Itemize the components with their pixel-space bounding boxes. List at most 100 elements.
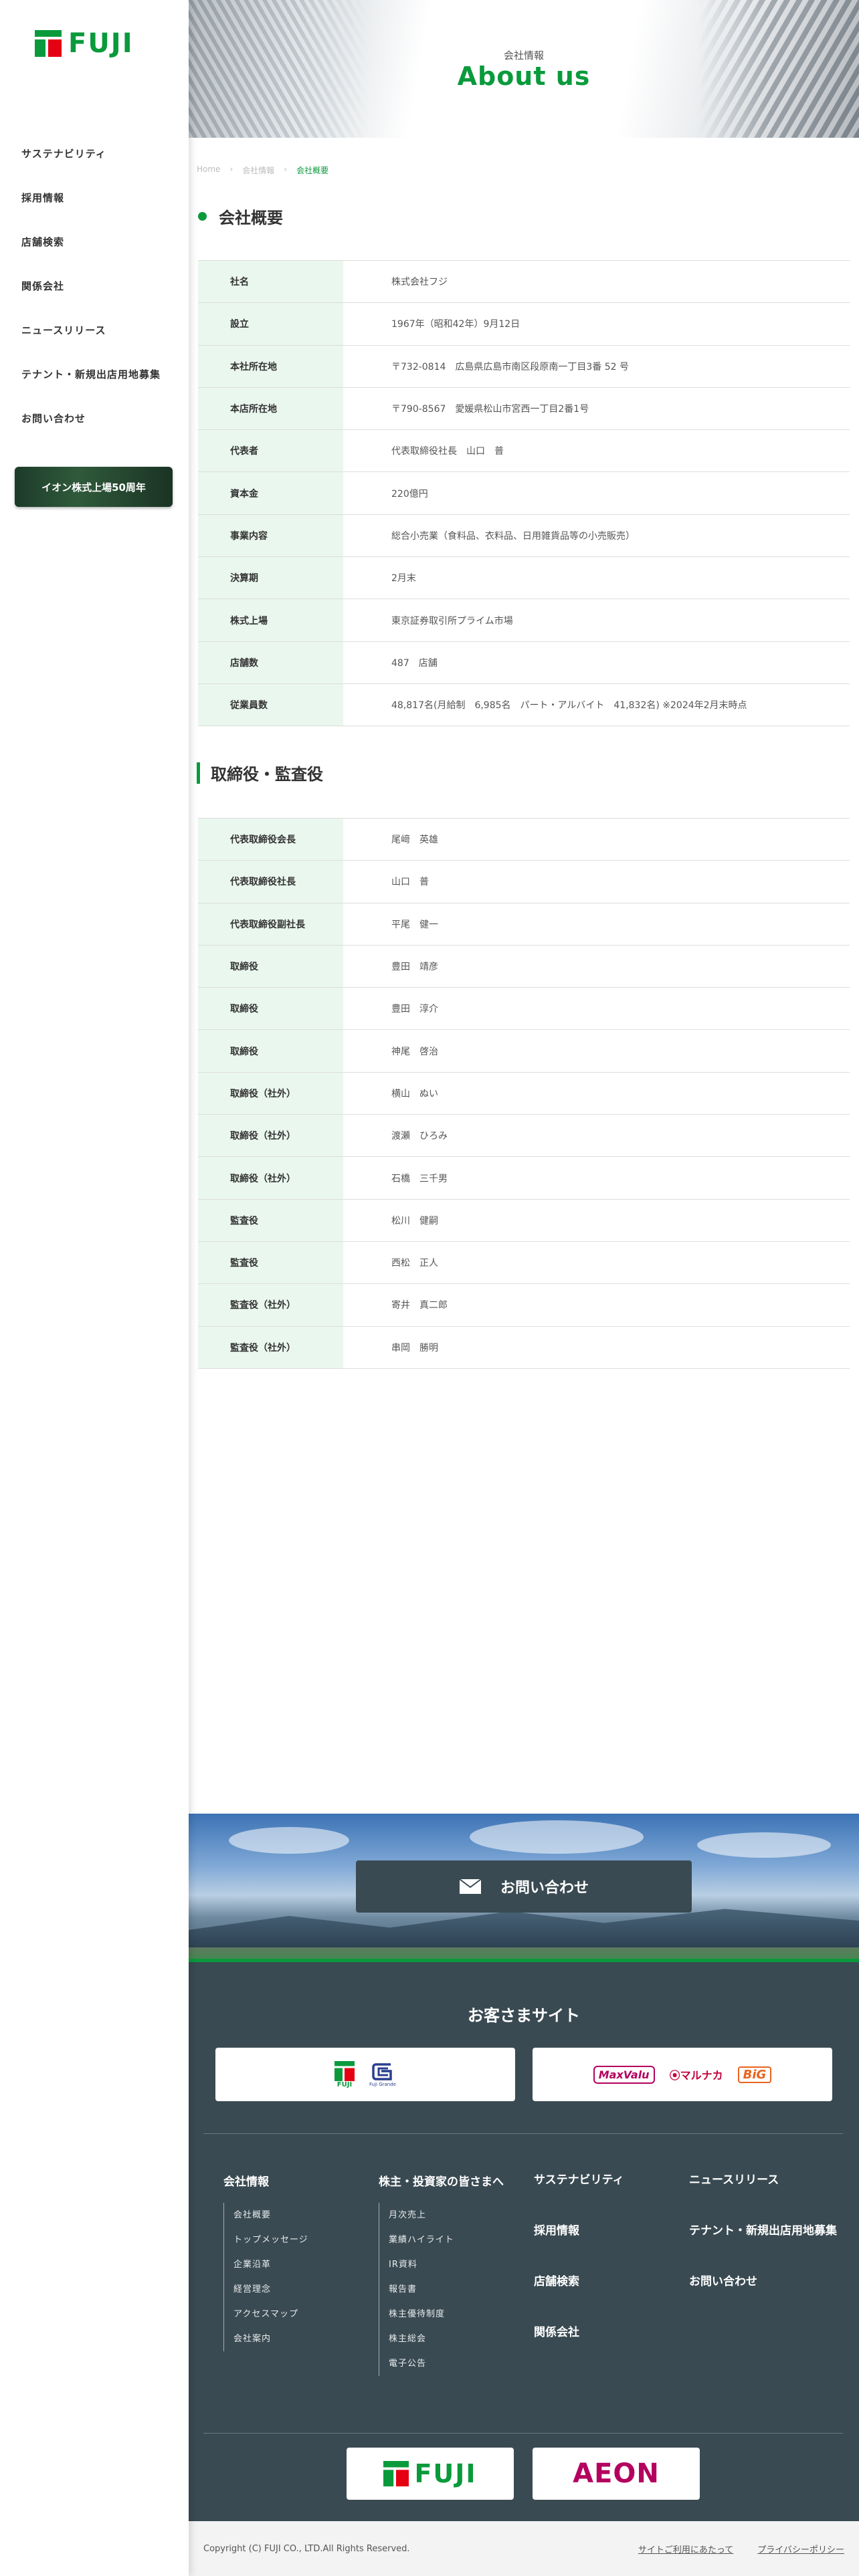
hero-subtitle: 会社情報 <box>503 49 544 62</box>
fuji-logo-mark-icon <box>35 30 62 57</box>
table-row: 取締役（社外） 渡瀬 ひろみ <box>198 1115 850 1158</box>
contact-button-label: お問い合わせ <box>500 1880 589 1897</box>
row-label: 監査役 <box>198 1199 343 1241</box>
row-label: 監査役（社外） <box>198 1284 343 1326</box>
row-value: 1967年（昭和42年）9月12日 <box>391 319 520 330</box>
row-value: 代表取締役社長 山口 普 <box>391 446 504 457</box>
breadcrumb-company-info[interactable]: 会社情報 <box>242 165 274 176</box>
row-value: 総合小売業（食料品、衣料品、日用雑貨品等の小売販売） <box>391 530 635 542</box>
row-label: 店舗数 <box>198 641 343 683</box>
row-label: 決算期 <box>198 557 343 599</box>
footer-link[interactable]: 業績ハイライト <box>389 2228 522 2252</box>
row-label: 社名 <box>198 261 343 303</box>
sidebar-item-sustainability[interactable]: サステナビリティ <box>21 140 161 185</box>
footer-link[interactable]: 報告書 <box>389 2277 522 2302</box>
table-row: 取締役 神尾 啓治 <box>198 1030 850 1073</box>
terms-of-use-link[interactable]: サイトご利用にあたって <box>638 2543 733 2555</box>
footer-main-link[interactable]: サステナビリティ <box>534 2171 624 2189</box>
customer-site-fuji-grande[interactable]: FUJI Fuji Grande <box>215 2048 515 2101</box>
row-label: 監査役 <box>198 1241 343 1284</box>
row-value: 西松 正人 <box>391 1258 438 1269</box>
footer-main-link[interactable]: 店舗検索 <box>534 2272 624 2291</box>
row-label: 取締役（社外） <box>198 1115 343 1157</box>
sidebar-item-store-search[interactable]: 店舗検索 <box>21 229 161 273</box>
sidebar-item-tenant[interactable]: テナント・新規出店用地募集 <box>21 361 161 405</box>
footer-col-company-list: 会社概要 トップメッセージ 企業沿革 経営理念 アクセスマップ 会社案内 <box>223 2203 308 2351</box>
table-row: 設立 1967年（昭和42年）9月12日 <box>198 303 850 346</box>
customer-site-maxvalu-group[interactable]: MaxValu ⦿マルナカ BiG <box>533 2048 832 2101</box>
fuji-grande-mark-icon <box>372 2063 392 2080</box>
row-value: 串岡 勝明 <box>391 1342 438 1354</box>
sidebar-nav: サステナビリティ 採用情報 店舗検索 関係会社 ニュースリリース テナント・新規… <box>21 140 161 449</box>
row-label: 取締役 <box>198 945 343 988</box>
table-row: 代表取締役副社長 平尾 健一 <box>198 903 850 946</box>
section-title-officers: 取締役・監査役 <box>197 761 323 784</box>
footer-link[interactable]: 株主優待制度 <box>389 2302 522 2327</box>
table-row: 監査役（社外） 串岡 勝明 <box>198 1326 850 1369</box>
breadcrumb-home[interactable]: Home <box>197 165 220 176</box>
footer-col-links-a: サステナビリティ 採用情報店舗検索関係会社 <box>534 2171 624 2374</box>
footer-col-company-title[interactable]: 会社情報 <box>223 2171 308 2193</box>
page-title: About us <box>457 62 591 91</box>
table-row: 監査役 松川 健嗣 <box>198 1199 850 1242</box>
row-label: 株式上場 <box>198 599 343 641</box>
contact-band: お問い合わせ <box>189 1814 859 1962</box>
footer-link[interactable]: 月次売上 <box>389 2203 522 2228</box>
row-value: 山口 普 <box>391 877 429 888</box>
row-value: 48,817名(月給制 6,985名 パート・アルバイト 41,832名) ※2… <box>391 700 747 712</box>
section-title-company: 会社概要 <box>198 205 283 228</box>
maxvalu-logo: MaxValu <box>593 2065 655 2084</box>
row-value: 〒790-8567 愛媛県松山市宮西一丁目2番1号 <box>391 404 589 415</box>
fuji-small-logo: FUJI <box>335 2060 355 2088</box>
sidebar-item-contact[interactable]: お問い合わせ <box>21 405 161 449</box>
footer-link[interactable]: 電子公告 <box>389 2351 522 2376</box>
row-label: 取締役（社外） <box>198 1072 343 1115</box>
row-label: 監査役（社外） <box>198 1326 343 1368</box>
table-row: 監査役（社外） 寄井 真二郎 <box>198 1284 850 1327</box>
row-value: 2月末 <box>391 573 416 584</box>
footer-link[interactable]: 会社案内 <box>233 2327 308 2351</box>
footer-link[interactable]: 株主総会 <box>389 2327 522 2351</box>
table-row: 取締役（社外） 横山 ぬい <box>198 1072 850 1115</box>
row-label: 取締役 <box>198 988 343 1030</box>
footer-aeon-logo[interactable]: AEON <box>533 2448 700 2500</box>
footer-main-link[interactable]: ニュースリリース <box>689 2171 837 2189</box>
footer-link[interactable]: 会社概要 <box>233 2203 308 2228</box>
row-value: 〒732-0814 広島県広島市南区段原南一丁目3番 52 号 <box>391 361 630 372</box>
footer-link[interactable]: IR資料 <box>389 2252 522 2277</box>
row-label: 資本金 <box>198 472 343 514</box>
footer-link[interactable]: 企業沿革 <box>233 2252 308 2277</box>
footer-col-ir: 株主・投資家の皆さまへ 月次売上 業績ハイライト IR資料 報告書 株主優待制度 株主総会… <box>379 2171 522 2376</box>
sidebar-item-news[interactable]: ニュースリリース <box>21 317 161 361</box>
footer-fuji-logo[interactable]: FUJI <box>347 2448 514 2500</box>
row-value: 石橋 三千男 <box>391 1173 448 1184</box>
fuji-grande-logo: Fuji Grande <box>369 2062 396 2087</box>
copyright-bar: Copyright (C) FUJI CO., LTD.All Rights R… <box>189 2521 859 2576</box>
table-row: 代表取締役会長 尾﨑 英雄 <box>198 819 850 861</box>
footer: お客さまサイト FUJI Fuji Grande MaxValu ⦿マルナカ B… <box>189 1962 859 2521</box>
row-value: 寄井 真二郎 <box>391 1300 448 1311</box>
row-label: 代表者 <box>198 430 343 472</box>
row-label: 代表取締役社長 <box>198 861 343 903</box>
anniversary-banner[interactable]: イオン株式上場50周年 <box>15 467 173 507</box>
row-value: 平尾 健一 <box>391 919 438 930</box>
footer-main-link[interactable]: 関係会社 <box>534 2323 624 2342</box>
table-row: 株式上場 東京証券取引所プライム市場 <box>198 599 850 642</box>
table-row: 社名 株式会社フジ <box>198 261 850 304</box>
row-label: 本社所在地 <box>198 345 343 387</box>
row-value: 豊田 淳介 <box>391 1004 438 1015</box>
row-label: 事業内容 <box>198 514 343 557</box>
privacy-policy-link[interactable]: プライバシーポリシー <box>757 2543 844 2555</box>
footer-main-link[interactable]: 採用情報 <box>534 2222 624 2240</box>
footer-link[interactable]: アクセスマップ <box>233 2302 308 2327</box>
sidebar-item-group-companies[interactable]: 関係会社 <box>21 273 161 317</box>
footer-main-link[interactable]: お問い合わせ <box>689 2272 837 2291</box>
contact-button[interactable]: お問い合わせ <box>356 1860 692 1913</box>
footer-col-ir-title[interactable]: 株主・投資家の皆さまへ <box>379 2171 522 2193</box>
footer-main-link[interactable]: テナント・新規出店用地募集 <box>689 2222 837 2240</box>
footer-col-ir-list: 月次売上 業績ハイライト IR資料 報告書 株主優待制度 株主総会 電子公告 <box>379 2203 522 2376</box>
footer-link[interactable]: 経営理念 <box>233 2277 308 2302</box>
sidebar-item-recruit[interactable]: 採用情報 <box>21 185 161 229</box>
fuji-logo[interactable]: FUJI <box>35 28 134 59</box>
footer-link[interactable]: トップメッセージ <box>233 2228 308 2252</box>
